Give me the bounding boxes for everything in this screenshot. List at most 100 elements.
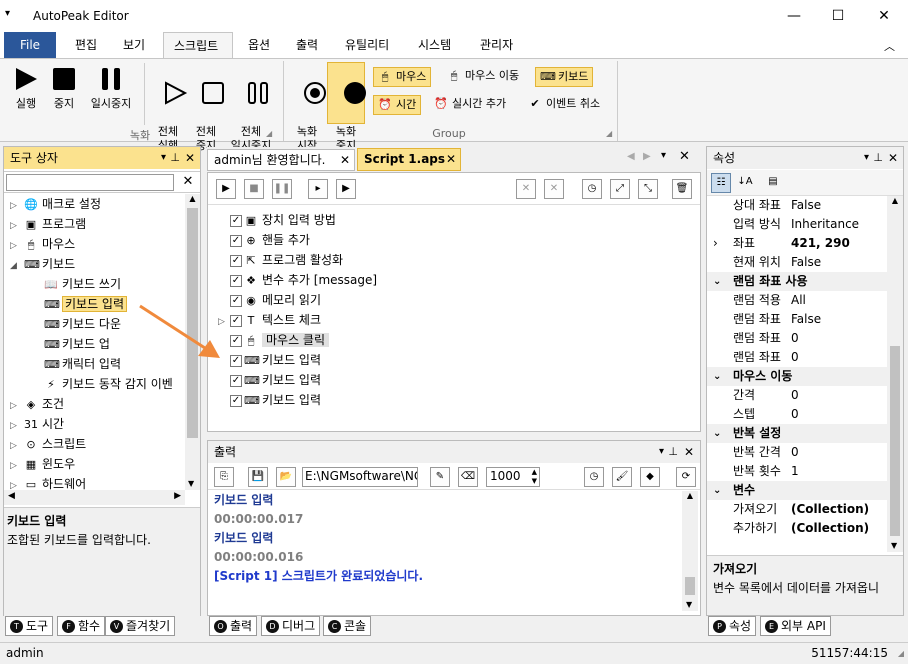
collapse-arrow-icon[interactable]: ⌄ bbox=[713, 272, 721, 291]
property-value[interactable]: 0 bbox=[791, 329, 799, 348]
tab-options[interactable]: 옵션 bbox=[238, 32, 280, 58]
categorized-icon[interactable]: ☷ bbox=[711, 173, 731, 193]
expand-arrow-icon[interactable]: ▷ bbox=[10, 396, 24, 416]
toolbox-item[interactable]: ▷ ▦ 윈도우 bbox=[4, 454, 184, 474]
time-toggle[interactable]: ⏰ 시간 bbox=[373, 95, 422, 115]
script-item[interactable]: ✓ ▣ 장치 입력 방법 bbox=[218, 210, 688, 230]
property-value[interactable]: False bbox=[791, 310, 821, 329]
scroll-right-icon[interactable]: ▶ bbox=[174, 491, 181, 501]
property-row[interactable]: 랜덤 적용 All bbox=[707, 291, 887, 310]
close-icon[interactable]: ✕ bbox=[862, 0, 906, 32]
scroll-left-icon[interactable]: ◀ bbox=[8, 491, 15, 501]
property-value[interactable]: False bbox=[791, 196, 821, 215]
close-icon[interactable]: ✕ bbox=[684, 441, 694, 463]
close-icon[interactable]: ✕ bbox=[185, 147, 195, 169]
clear-search-icon[interactable]: ✕ bbox=[178, 173, 198, 191]
property-category[interactable]: ⌄ 랜덤 좌표 사용 bbox=[707, 272, 887, 291]
delete-icon[interactable]: ✕ bbox=[516, 179, 536, 199]
scroll-thumb[interactable] bbox=[685, 577, 695, 595]
toolbox-item[interactable]: ▷ 🖱 마우스 bbox=[4, 234, 184, 254]
scroll-down-icon[interactable]: ▼ bbox=[188, 479, 194, 488]
expand-arrow-icon[interactable]: ▷ bbox=[10, 236, 24, 256]
record-stop-button[interactable]: 녹화 중지 bbox=[327, 62, 366, 152]
collapse-arrow-icon[interactable]: ⌄ bbox=[713, 424, 721, 443]
property-value[interactable]: 0 bbox=[791, 443, 799, 462]
close-icon[interactable]: ✕ bbox=[446, 149, 456, 169]
property-row[interactable]: 스텝 0 bbox=[707, 405, 887, 424]
property-category[interactable]: ⌄ 마우스 이동 bbox=[707, 367, 887, 386]
pause-button[interactable]: 일시중지 bbox=[84, 63, 138, 111]
maximize-icon[interactable]: ☐ bbox=[816, 0, 860, 32]
folder-icon[interactable]: 📂 bbox=[276, 467, 296, 487]
tab-debug[interactable]: D 디버그 bbox=[261, 616, 321, 636]
script-item[interactable]: ✓ ❖ 변수 추가 [message] bbox=[218, 270, 688, 290]
stepper-arrows-icon[interactable]: ▲ ▼ bbox=[532, 468, 537, 486]
toolbox-item[interactable]: ◢ ⌨ 키보드 bbox=[4, 254, 184, 274]
checkbox-checked-icon[interactable]: ✓ bbox=[230, 254, 242, 267]
keyboard-toggle[interactable]: ⌨ 키보드 bbox=[535, 67, 594, 87]
expand-icon[interactable]: ⤢ bbox=[610, 179, 630, 199]
property-row[interactable]: 랜덤 좌표 False bbox=[707, 310, 887, 329]
expand-arrow-icon[interactable]: ▷ bbox=[10, 476, 24, 490]
tab-list-icon[interactable]: ▾ bbox=[661, 150, 666, 161]
property-row[interactable]: 랜덤 좌표 0 bbox=[707, 348, 887, 367]
expand-arrow-icon[interactable]: ▷ bbox=[10, 416, 24, 436]
script-item[interactable]: ✓ ⌨ 키보드 입력 bbox=[218, 370, 688, 390]
tab-view[interactable]: 보기 bbox=[113, 32, 155, 58]
path-input[interactable]: E:\NGMsoftware\NG bbox=[302, 467, 418, 487]
script-item[interactable]: ✓ 🖱 마우스 클릭 bbox=[218, 330, 688, 350]
expand-arrow-icon[interactable]: ▷ bbox=[10, 216, 24, 236]
collapse-arrow-icon[interactable]: ⌄ bbox=[713, 367, 721, 386]
interval-stepper[interactable]: 1000 ▲ ▼ bbox=[486, 467, 540, 487]
pause-icon[interactable]: ❚❚ bbox=[272, 179, 292, 199]
minimize-icon[interactable]: — bbox=[772, 0, 816, 32]
property-category[interactable]: ⌄ 변수 bbox=[707, 481, 887, 500]
paint-bucket-icon[interactable]: ◆ bbox=[640, 467, 660, 487]
step-icon[interactable]: ▸ bbox=[308, 179, 328, 199]
delete-all-icon[interactable]: ✕ bbox=[544, 179, 564, 199]
dialog-launcher-icon[interactable]: ◢ bbox=[266, 129, 272, 138]
sort-az-icon[interactable]: ↓A bbox=[735, 173, 755, 193]
checkbox-checked-icon[interactable]: ✓ bbox=[230, 394, 242, 407]
scroll-up-icon[interactable]: ▲ bbox=[682, 491, 698, 500]
dialog-launcher-icon[interactable]: ◢ bbox=[606, 129, 612, 138]
collapse-ribbon-icon[interactable]: ︿ bbox=[884, 38, 895, 54]
stop-button[interactable]: 중지 bbox=[46, 63, 82, 111]
refresh-icon[interactable]: ◷ bbox=[582, 179, 602, 199]
step-into-icon[interactable]: ▶ bbox=[336, 179, 356, 199]
tab-properties[interactable]: P 속성 bbox=[708, 616, 757, 636]
checkbox-checked-icon[interactable]: ✓ bbox=[230, 314, 242, 327]
eraser-icon[interactable]: ⌫ bbox=[458, 467, 478, 487]
tab-welcome[interactable]: admin님 환영합니다. ✕ bbox=[207, 149, 355, 171]
toolbox-item[interactable]: 📖 키보드 쓰기 bbox=[4, 274, 184, 294]
clean-icon[interactable]: ✎ bbox=[430, 467, 450, 487]
scroll-tabs-left-icon[interactable]: ◀ bbox=[627, 151, 635, 162]
tab-output-bottom[interactable]: O 출력 bbox=[209, 616, 258, 636]
toolbox-item[interactable]: ▷ 🌐 매크로 설정 bbox=[4, 194, 184, 214]
property-row[interactable]: 추가하기 (Collection) bbox=[707, 519, 887, 538]
property-row[interactable]: 반복 간격 0 bbox=[707, 443, 887, 462]
checkbox-checked-icon[interactable]: ✓ bbox=[230, 354, 242, 367]
tab-edit[interactable]: 편집 bbox=[65, 32, 107, 58]
scroll-tabs-right-icon[interactable]: ▶ bbox=[643, 151, 651, 162]
close-icon[interactable]: ✕ bbox=[679, 149, 690, 164]
script-item[interactable]: ✓ ⇱ 프로그램 활성화 bbox=[218, 250, 688, 270]
event-cancel-button[interactable]: ✔ 이벤트 취소 bbox=[524, 95, 604, 115]
dropdown-icon[interactable]: ▾ bbox=[864, 147, 869, 169]
script-item[interactable]: ▷ ✓ T 텍스트 체크 bbox=[218, 310, 688, 330]
save-icon[interactable]: 💾 bbox=[248, 467, 268, 487]
stop-icon[interactable]: ■ bbox=[244, 179, 264, 199]
script-item[interactable]: ✓ ◉ 메모리 읽기 bbox=[218, 290, 688, 310]
script-item[interactable]: ✓ ⌨ 키보드 입력 bbox=[218, 390, 688, 410]
tab-admin[interactable]: 관리자 bbox=[470, 32, 523, 58]
close-icon[interactable]: ✕ bbox=[888, 147, 898, 169]
refresh-icon[interactable]: ⟳ bbox=[676, 467, 696, 487]
scroll-down-icon[interactable]: ▼ bbox=[891, 541, 897, 550]
property-value[interactable]: (Collection) bbox=[791, 519, 869, 538]
scroll-thumb[interactable] bbox=[890, 346, 900, 536]
trash-icon[interactable]: 🗑 bbox=[672, 179, 692, 199]
tab-console[interactable]: C 콘솔 bbox=[323, 616, 372, 636]
brush-icon[interactable]: 🖌 bbox=[612, 467, 632, 487]
property-value[interactable]: 0 bbox=[791, 348, 799, 367]
scroll-up-icon[interactable]: ▲ bbox=[887, 196, 903, 205]
